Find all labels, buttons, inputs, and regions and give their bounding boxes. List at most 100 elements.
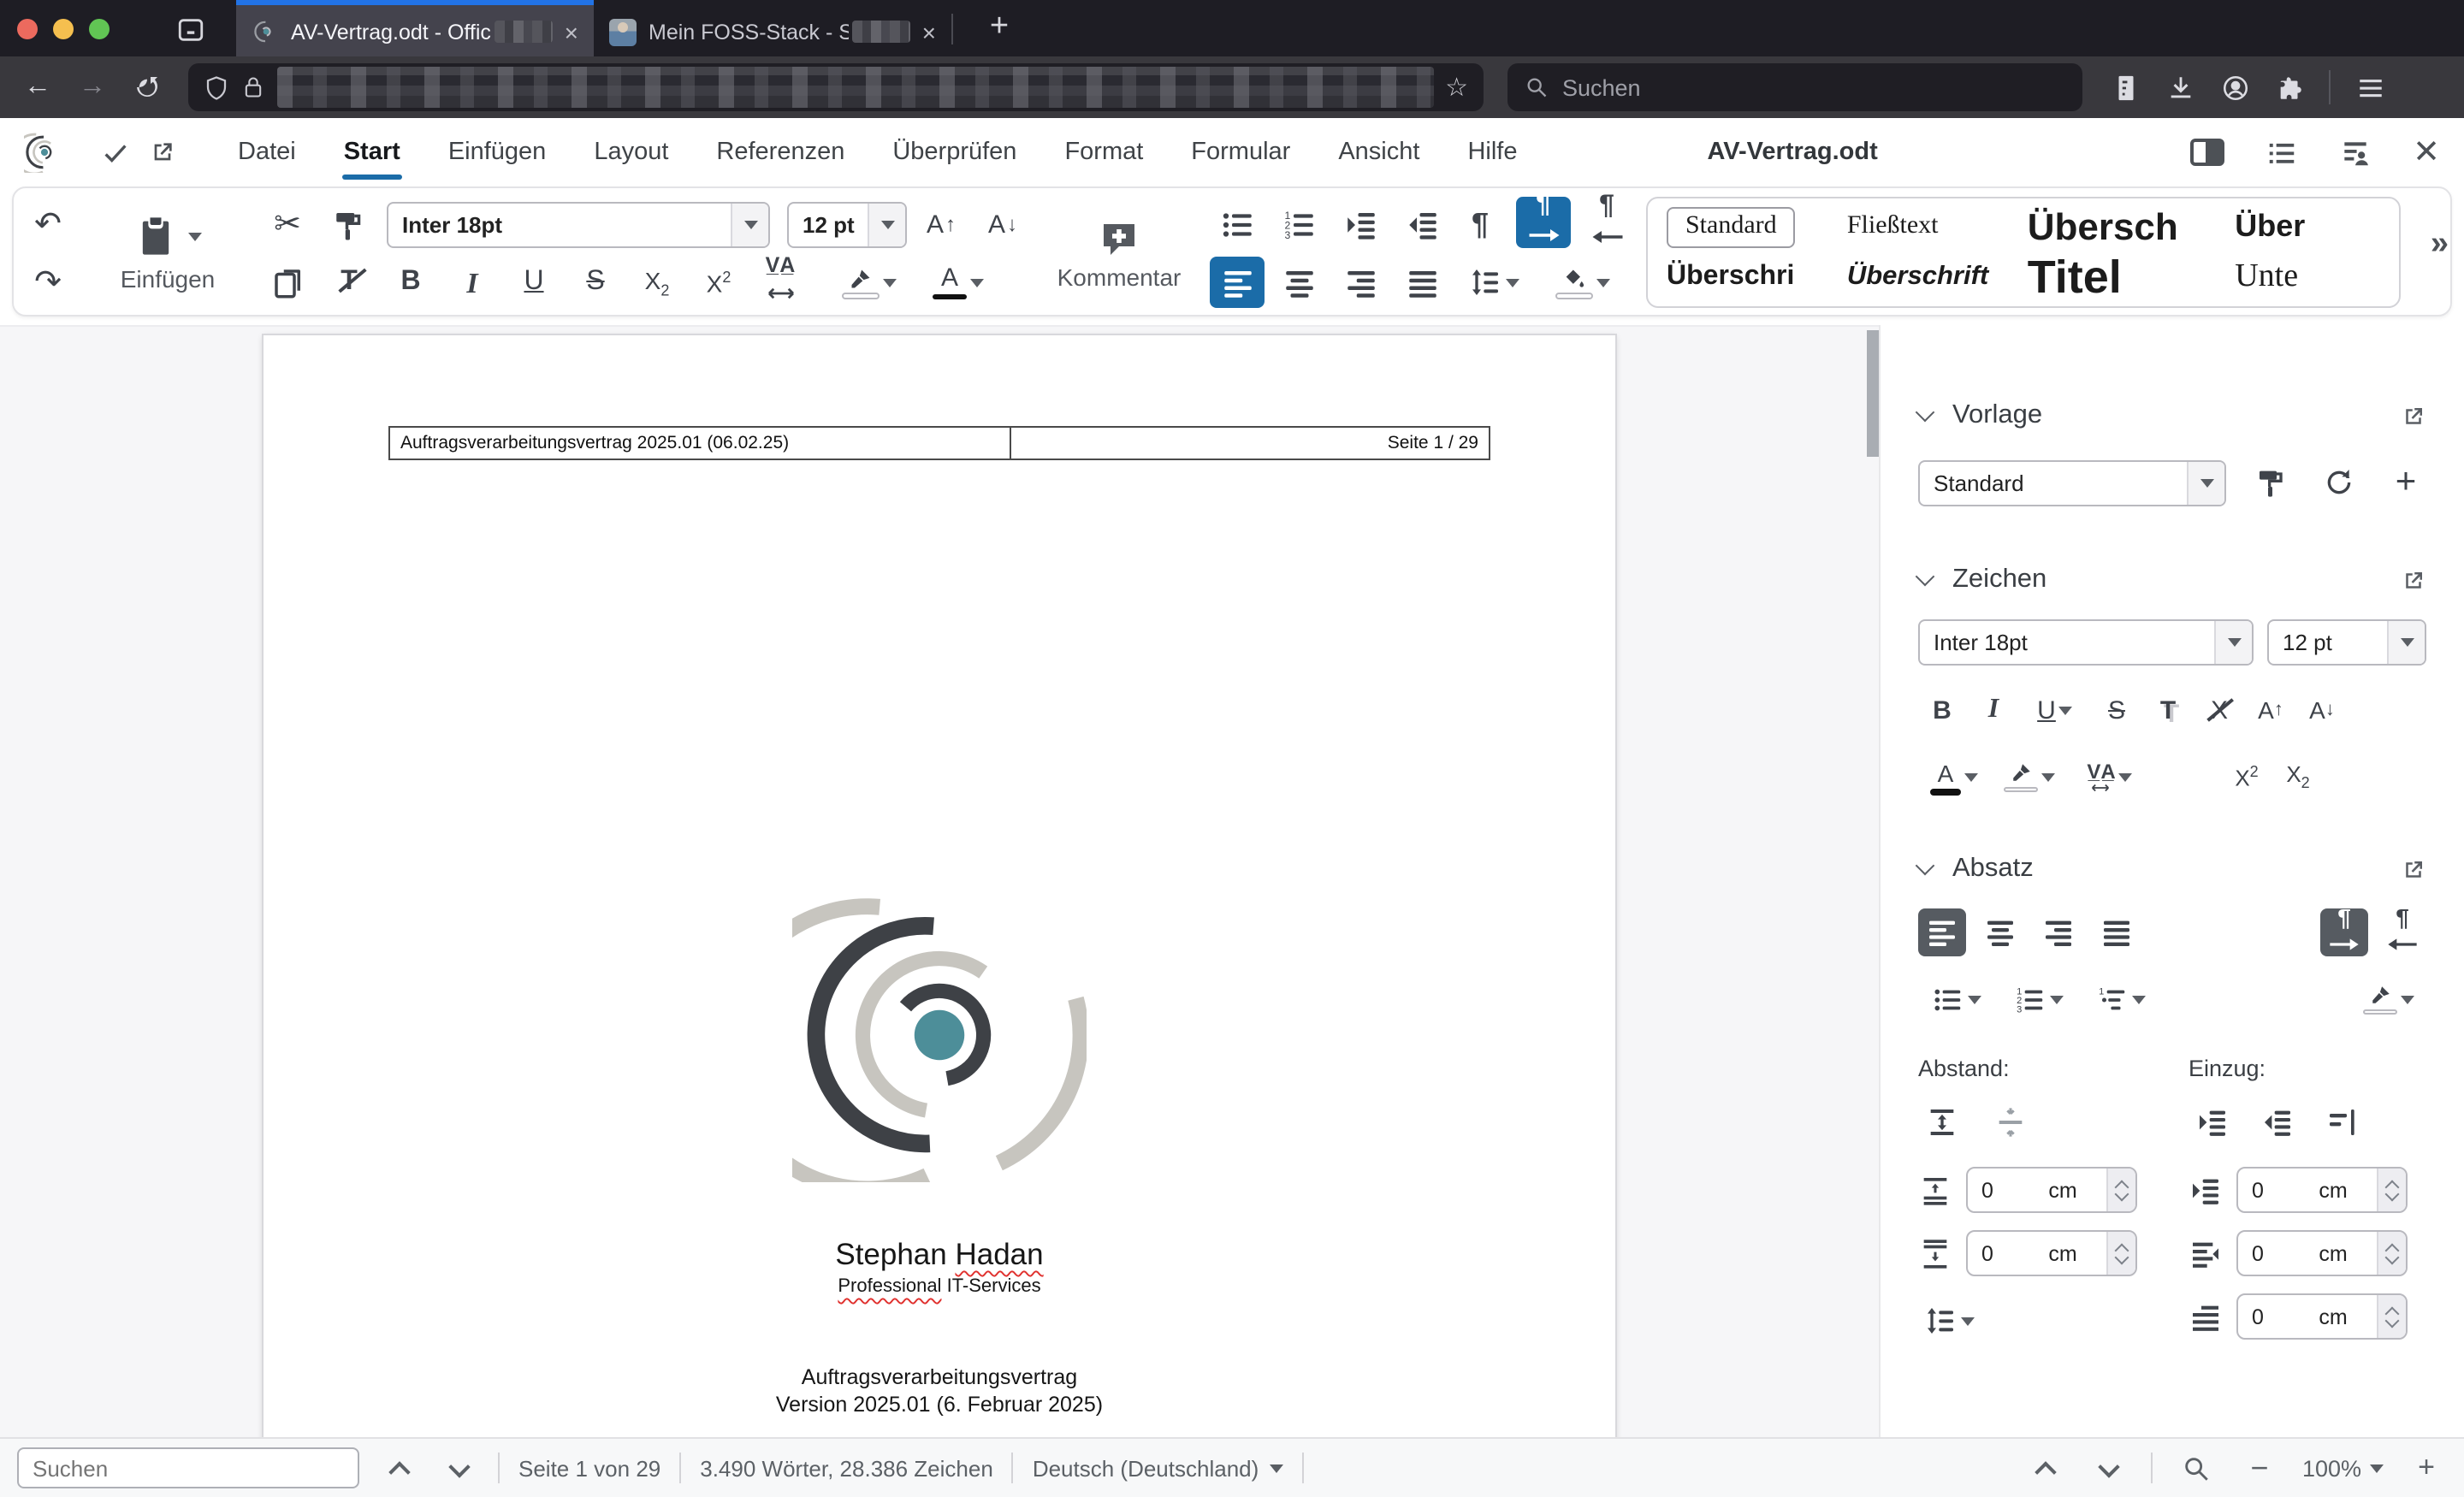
sidebar-char-spacing-button[interactable]: V̲A̲ [2069, 751, 2151, 802]
subscript-button[interactable]: X2 [630, 257, 684, 308]
style-standard[interactable]: Standard [1658, 202, 1839, 252]
document-page[interactable]: Auftragsverarbeitungsvertrag 2025.01 (06… [264, 335, 1615, 1437]
sidebar-font-name-caret[interactable] [2214, 621, 2252, 664]
italic-button[interactable]: I [445, 257, 500, 308]
style-ueberschrift-4[interactable]: Überschrift [1839, 252, 2019, 303]
sidebar-underline-button[interactable]: U [2021, 686, 2089, 734]
section-vorlage-header[interactable]: Vorlage [1915, 400, 2426, 431]
line-spacing-button[interactable] [1456, 257, 1531, 308]
zoom-reset-icon[interactable] [2176, 1447, 2217, 1488]
sidebar-strikethrough-button[interactable]: S [2093, 686, 2141, 734]
search-previous-button[interactable] [378, 1447, 419, 1488]
style-untertitel[interactable]: Unte [2226, 252, 2389, 303]
zoom-level-selector[interactable]: 100% [2302, 1455, 2384, 1481]
sidebar-align-right-button[interactable] [2035, 908, 2082, 956]
sidebar-shrink-font-button[interactable]: A ↓ [2298, 686, 2346, 734]
word-count[interactable]: 3.490 Wörter, 28.386 Zeichen [700, 1455, 993, 1481]
numbered-list-caret[interactable] [2049, 995, 2063, 1003]
minimize-window-button[interactable] [53, 18, 74, 38]
close-document-icon[interactable]: ✕ [2413, 136, 2440, 169]
style-ueberschrift-3[interactable]: Überschri [1658, 252, 1839, 303]
font-color-caret[interactable] [970, 278, 984, 287]
justify-button[interactable] [1395, 257, 1449, 308]
sidebar-grow-font-button[interactable]: A ↑ [2247, 686, 2295, 734]
align-center-button[interactable] [1271, 257, 1326, 308]
language-caret[interactable] [1269, 1464, 1283, 1472]
maximize-window-button[interactable] [89, 18, 110, 38]
style-fliesstext[interactable]: Fließtext [1839, 202, 2019, 252]
copy-button[interactable] [260, 257, 315, 308]
paste-button[interactable]: Einfügen [86, 195, 250, 311]
font-color-caret[interactable] [1964, 772, 1978, 781]
menu-hilfe[interactable]: Hilfe [1445, 118, 1539, 186]
hanging-indent-button[interactable] [2319, 1098, 2366, 1146]
open-dialog-icon[interactable] [2401, 856, 2426, 882]
comment-button[interactable]: Kommentar [1040, 195, 1198, 311]
spinner-arrows[interactable] [2377, 1169, 2406, 1211]
reload-button[interactable] [123, 63, 171, 111]
browser-search-bar[interactable]: Suchen [1507, 63, 2082, 111]
document-search-input[interactable] [17, 1447, 359, 1488]
highlight-color-caret[interactable] [883, 278, 897, 287]
decrease-spacing-button[interactable] [1987, 1098, 2035, 1146]
sidebar-decrease-indent-button[interactable] [2254, 1098, 2301, 1146]
sidebar-font-size-select[interactable]: 12 pt [2267, 619, 2426, 666]
menu-ansicht[interactable]: Ansicht [1316, 118, 1442, 186]
indent-after-spinner[interactable]: 0 cm [2236, 1230, 2408, 1276]
sidebar-italic-button[interactable]: I [1969, 686, 2017, 734]
sidebar-font-size-caret[interactable] [2387, 621, 2425, 664]
sidebar-clear-formatting-button[interactable]: X [2195, 686, 2243, 734]
line-spacing-caret[interactable] [1961, 1317, 1975, 1325]
shield-icon[interactable] [204, 74, 229, 100]
redo-button[interactable]: ↷ [21, 257, 75, 308]
bullet-list-button[interactable] [1210, 198, 1265, 250]
sidebar-numbered-list-button[interactable] [2000, 975, 2076, 1023]
account-icon[interactable] [2212, 65, 2257, 109]
collapse-chevron-icon[interactable] [1915, 402, 1935, 423]
new-tab-button[interactable]: + [977, 5, 1022, 50]
first-line-indent-spinner[interactable]: 0 cm [2236, 1293, 2408, 1340]
font-name-select[interactable]: Inter 18pt [387, 202, 770, 248]
superscript-button[interactable]: X2 [691, 257, 746, 308]
clear-formatting-button[interactable]: T [322, 257, 376, 308]
highlight-caret[interactable] [2041, 772, 2055, 781]
outline-list-caret[interactable] [2131, 995, 2145, 1003]
paragraph-background-caret[interactable] [2401, 995, 2414, 1003]
styles-expand-chevron[interactable]: » [2431, 226, 2449, 263]
user-list-icon[interactable] [2339, 136, 2372, 169]
font-color-button[interactable]: A [921, 257, 996, 308]
tab-close-icon[interactable]: × [922, 18, 936, 45]
underline-caret[interactable] [2058, 706, 2073, 714]
url-bar[interactable]: ☆ [188, 63, 1484, 111]
sidebar-justify-button[interactable] [2093, 908, 2141, 956]
document-canvas[interactable]: Auftragsverarbeitungsvertrag 2025.01 (06… [0, 325, 1879, 1437]
space-below-spinner[interactable]: 0 cm [1966, 1230, 2137, 1276]
sidebar-subscript-button[interactable]: X2 [2274, 753, 2322, 801]
char-spacing-button[interactable]: V̲A̲ [753, 253, 808, 308]
sidebar-bold-button[interactable]: B [1918, 686, 1966, 734]
line-spacing-caret[interactable] [1506, 278, 1519, 287]
menu-hamburger-icon[interactable] [2348, 65, 2392, 109]
menu-formular[interactable]: Formular [1169, 118, 1312, 186]
style-titel[interactable]: Titel [2019, 252, 2227, 303]
search-next-button[interactable] [438, 1447, 479, 1488]
open-dialog-icon[interactable] [2401, 567, 2426, 593]
bold-button[interactable]: B [383, 257, 438, 308]
zoom-caret[interactable] [2370, 1464, 2384, 1472]
bookmark-star-icon[interactable]: ☆ [1445, 72, 1468, 103]
new-style-plus-icon[interactable]: + [2385, 459, 2426, 506]
zoom-out-button[interactable]: − [2239, 1447, 2280, 1488]
menu-start[interactable]: Start [322, 118, 423, 186]
zoom-in-button[interactable]: + [2406, 1447, 2447, 1488]
back-button[interactable]: ← [14, 63, 62, 111]
sidebar-toggle-icon[interactable] [2190, 139, 2225, 166]
tab-close-icon[interactable]: × [565, 18, 578, 45]
firefox-view-icon[interactable] [168, 7, 212, 51]
language-selector[interactable]: Deutsch (Deutschland) [1033, 1455, 1283, 1481]
refresh-style-icon[interactable] [2319, 459, 2360, 506]
highlight-color-button[interactable] [832, 257, 907, 308]
menu-layout[interactable]: Layout [572, 118, 690, 186]
paragraph-background-button[interactable] [1545, 257, 1620, 308]
menu-einfuegen[interactable]: Einfügen [426, 118, 569, 186]
space-above-spinner[interactable]: 0 cm [1966, 1167, 2137, 1213]
